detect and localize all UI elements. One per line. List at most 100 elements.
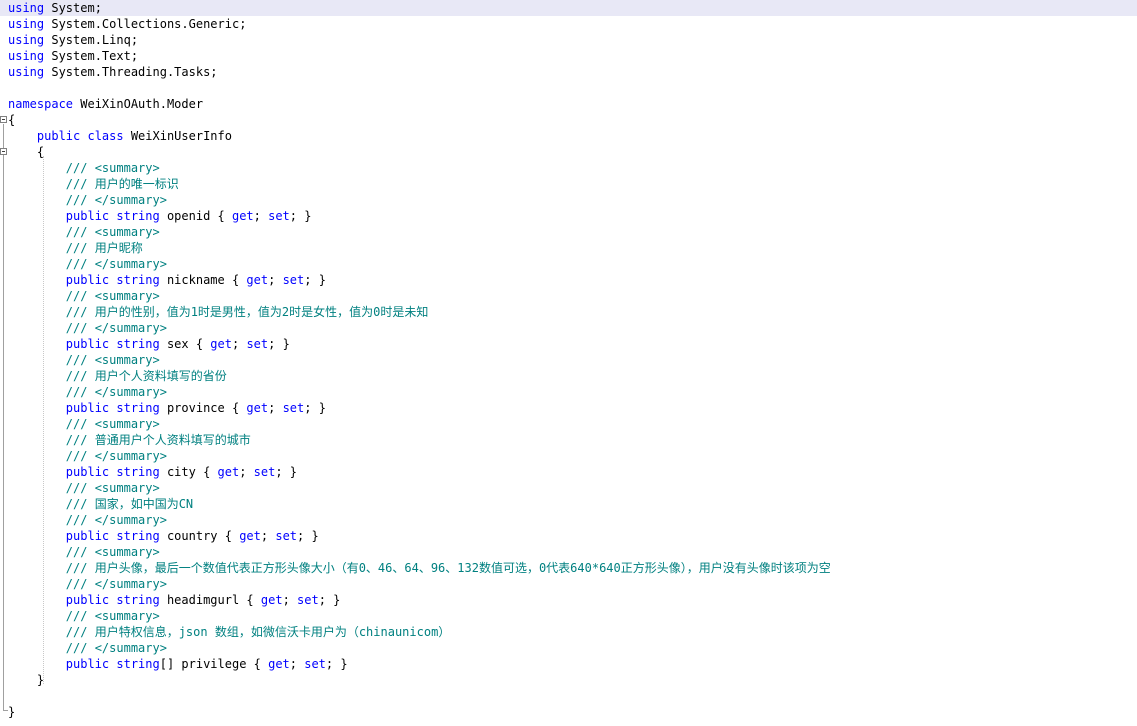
code-line-text: namespace WeiXinOAuth.Moder	[8, 96, 203, 112]
code-line-text: public string headimgurl { get; set; }	[8, 592, 341, 608]
code-line[interactable]: public string city { get; set; }	[0, 464, 1137, 480]
code-line[interactable]: using System.Threading.Tasks;	[0, 64, 1137, 80]
code-line[interactable]: /// <summary>	[0, 224, 1137, 240]
code-line-text: using System.Collections.Generic;	[8, 16, 246, 32]
code-line[interactable]: using System.Linq;	[0, 32, 1137, 48]
keyword-token: get	[246, 401, 269, 415]
code-line[interactable]: public string country { get; set; }	[0, 528, 1137, 544]
code-line[interactable]: /// 用户昵称	[0, 240, 1137, 256]
text-token: WeiXinUserInfo	[123, 129, 232, 143]
code-line[interactable]: /// </summary>	[0, 384, 1137, 400]
code-line[interactable]: /// <summary>	[0, 160, 1137, 176]
code-line[interactable]: /// </summary>	[0, 320, 1137, 336]
code-line[interactable]	[0, 688, 1137, 704]
code-line-text: using System.Text;	[8, 48, 138, 64]
code-line-text: /// <summary>	[8, 224, 160, 240]
comment-token: /// <summary>	[65, 353, 160, 367]
code-line[interactable]: /// 用户的唯一标识	[0, 176, 1137, 192]
keyword-token: public string	[65, 273, 160, 287]
code-line[interactable]: /// <summary>	[0, 544, 1137, 560]
comment-token: /// <summary>	[65, 609, 160, 623]
keyword-token: using	[8, 1, 45, 15]
text-token: ; }	[268, 337, 290, 351]
code-line[interactable]: public class WeiXinUserInfo	[0, 128, 1137, 144]
code-line[interactable]: /// 用户个人资料填写的省份	[0, 368, 1137, 384]
comment-token: /// 用户头像，最后一个数值代表正方形头像大小（有0、46、64、96、132…	[65, 561, 831, 575]
code-line-text: /// 普通用户个人资料填写的城市	[8, 432, 251, 448]
comment-token: /// </summary>	[65, 513, 167, 527]
comment-token: /// 国家，如中国为CN	[65, 497, 194, 511]
comment-token: /// </summary>	[65, 449, 167, 463]
code-line[interactable]	[0, 80, 1137, 96]
keyword-token: public class	[36, 129, 124, 143]
code-line-text: public string nickname { get; set; }	[8, 272, 326, 288]
code-line[interactable]: public string sex { get; set; }	[0, 336, 1137, 352]
keyword-token: public string	[65, 209, 160, 223]
code-editor[interactable]: using System; using System.Collections.Ge…	[0, 0, 1137, 726]
code-line-text: /// 用户的唯一标识	[8, 176, 179, 192]
text-token: ; }	[304, 401, 326, 415]
code-line[interactable]: using System;	[0, 0, 1137, 16]
code-line[interactable]: /// </summary>	[0, 256, 1137, 272]
text-token: }	[8, 673, 45, 687]
code-line[interactable]: using System.Text;	[0, 48, 1137, 64]
code-line[interactable]: /// 用户特权信息，json 数组，如微信沃卡用户为（chinaunicom）	[0, 624, 1137, 640]
code-line[interactable]: public string province { get; set; }	[0, 400, 1137, 416]
keyword-token: get	[246, 273, 269, 287]
code-line-text: public string openid { get; set; }	[8, 208, 312, 224]
code-line-text: /// 用户个人资料填写的省份	[8, 368, 227, 384]
code-line-text: using System;	[8, 0, 102, 16]
code-line-text: /// <summary>	[8, 352, 160, 368]
keyword-token: using	[8, 49, 45, 63]
code-line[interactable]: /// 用户头像，最后一个数值代表正方形头像大小（有0、46、64、96、132…	[0, 560, 1137, 576]
text-token: ;	[260, 529, 276, 543]
code-line[interactable]: public string[] privilege { get; set; }	[0, 656, 1137, 672]
comment-token: /// </summary>	[65, 577, 167, 591]
code-line[interactable]: /// <summary>	[0, 352, 1137, 368]
code-line[interactable]: /// </summary>	[0, 192, 1137, 208]
code-line[interactable]: public string nickname { get; set; }	[0, 272, 1137, 288]
code-line[interactable]: /// <summary>	[0, 480, 1137, 496]
code-line[interactable]: /// </summary>	[0, 448, 1137, 464]
comment-token: /// <summary>	[65, 545, 160, 559]
code-line[interactable]: public string openid { get; set; }	[0, 208, 1137, 224]
keyword-token: get	[268, 657, 290, 671]
code-line[interactable]: /// </summary>	[0, 576, 1137, 592]
code-line[interactable]: }	[0, 704, 1137, 720]
code-line-text: /// <summary>	[8, 416, 160, 432]
code-line[interactable]: /// <summary>	[0, 608, 1137, 624]
code-line-text: /// 用户的性别，值为1时是男性，值为2时是女性，值为0时是未知	[8, 304, 429, 320]
text-token: country {	[159, 529, 240, 543]
code-line[interactable]: /// 国家，如中国为CN	[0, 496, 1137, 512]
comment-token: /// 用户的唯一标识	[65, 177, 179, 191]
code-line-text: public string sex { get; set; }	[8, 336, 290, 352]
comment-token: /// 用户个人资料填写的省份	[65, 369, 227, 383]
code-line[interactable]: /// </summary>	[0, 512, 1137, 528]
keyword-token: public string	[65, 465, 160, 479]
code-line[interactable]: /// 普通用户个人资料填写的城市	[0, 432, 1137, 448]
code-line[interactable]: }	[0, 672, 1137, 688]
code-line[interactable]: namespace WeiXinOAuth.Moder	[0, 96, 1137, 112]
code-line-text: using System.Linq;	[8, 32, 138, 48]
text-token: openid {	[159, 209, 232, 223]
code-line[interactable]: public string headimgurl { get; set; }	[0, 592, 1137, 608]
code-line[interactable]: /// <summary>	[0, 416, 1137, 432]
code-line[interactable]: {	[0, 112, 1137, 128]
code-line[interactable]: /// <summary>	[0, 288, 1137, 304]
text-token: [] privilege {	[159, 657, 269, 671]
code-line[interactable]: /// 用户的性别，值为1时是男性，值为2时是女性，值为0时是未知	[0, 304, 1137, 320]
text-token: }	[8, 705, 16, 719]
code-line[interactable]: {	[0, 144, 1137, 160]
text-token: ;	[268, 273, 283, 287]
code-line[interactable]: using System.Collections.Generic;	[0, 16, 1137, 32]
code-line[interactable]: /// </summary>	[0, 640, 1137, 656]
